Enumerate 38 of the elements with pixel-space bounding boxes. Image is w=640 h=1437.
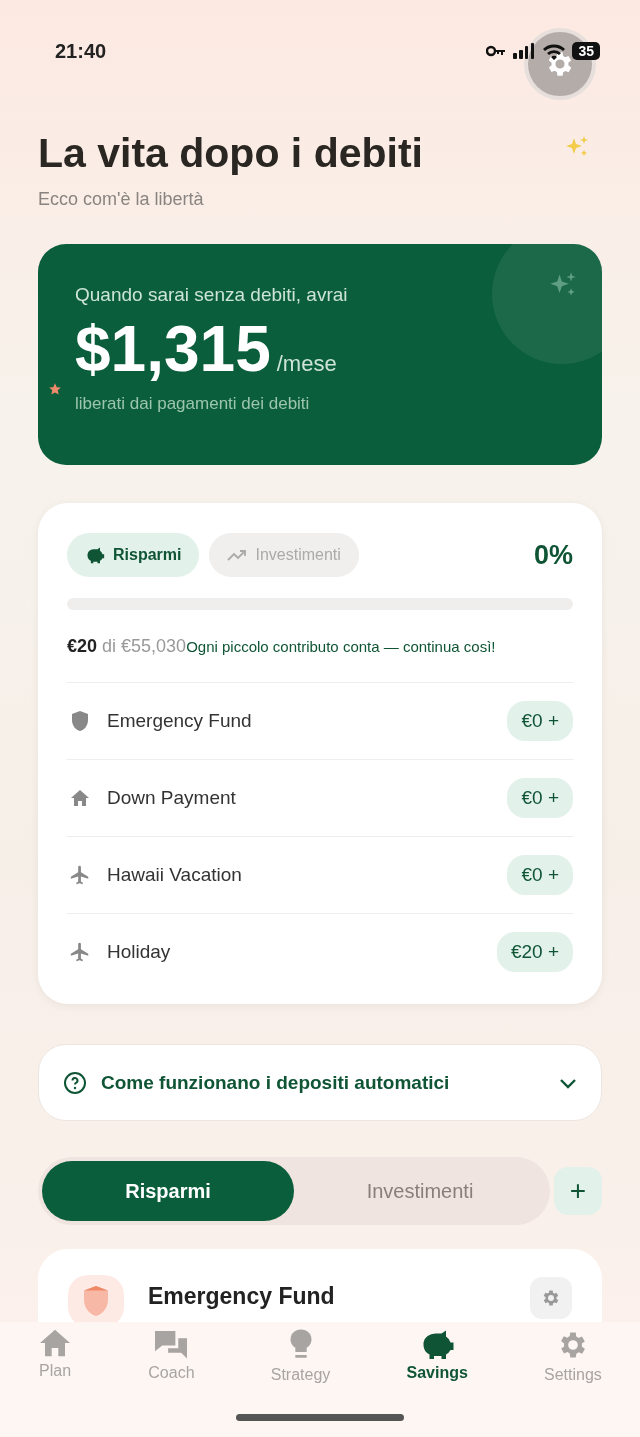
add-amount-button[interactable]: €0 + <box>507 778 573 818</box>
nav-tab[interactable]: Savings <box>406 1322 468 1382</box>
progress-percent: 0% <box>533 539 573 571</box>
goal-name: Hawaii Vacation <box>107 864 242 886</box>
trend-up-icon <box>227 548 248 562</box>
add-amount-button[interactable]: €20 + <box>496 932 573 972</box>
key-icon <box>486 45 507 57</box>
chat-icon <box>153 1328 190 1360</box>
goal-name: Emergency Fund <box>107 710 252 732</box>
add-amount-button[interactable]: €0 + <box>507 855 573 895</box>
page-subtitle: Ecco com'è la libertà <box>38 189 205 210</box>
goal-name: Down Payment <box>107 787 236 809</box>
hero-caption: liberati dai pagamenti dei debiti <box>75 394 311 414</box>
shield-icon <box>69 710 91 732</box>
progress-amount: €20 di €55,030 <box>67 636 187 657</box>
status-time: 21:40 <box>55 40 107 63</box>
wifi-icon <box>542 42 567 60</box>
amount-unit: /mese <box>276 351 337 377</box>
goal-name: Holiday <box>107 941 171 963</box>
add-amount-button[interactable]: €0 + <box>507 701 573 741</box>
goal-title: Emergency Fund <box>148 1283 335 1310</box>
auto-deposit-help[interactable]: Come funzionano i depositi automatici <box>38 1044 602 1121</box>
star-icon <box>48 382 62 396</box>
encouragement-message: Ogni piccolo contributo conta — continua così! <box>186 638 496 655</box>
category-tab[interactable]: Risparmi <box>67 533 200 577</box>
airplane-icon <box>69 864 91 886</box>
chevron-icon <box>559 1076 577 1089</box>
house-icon <box>69 789 91 807</box>
hero-intro: Quando sarai senza debiti, avrai <box>75 284 349 306</box>
page-title: La vita dopo i debiti <box>38 130 423 177</box>
airplane-icon <box>69 941 91 963</box>
help-icon <box>63 1070 87 1095</box>
piggy-bank-icon <box>85 546 105 564</box>
battery-indicator: 35 <box>572 42 600 60</box>
signal-icon <box>512 43 537 59</box>
segment-option[interactable]: Risparmi <box>42 1161 294 1221</box>
add-button[interactable]: + <box>554 1167 602 1215</box>
monthly-amount: $1,315 <box>75 312 271 386</box>
